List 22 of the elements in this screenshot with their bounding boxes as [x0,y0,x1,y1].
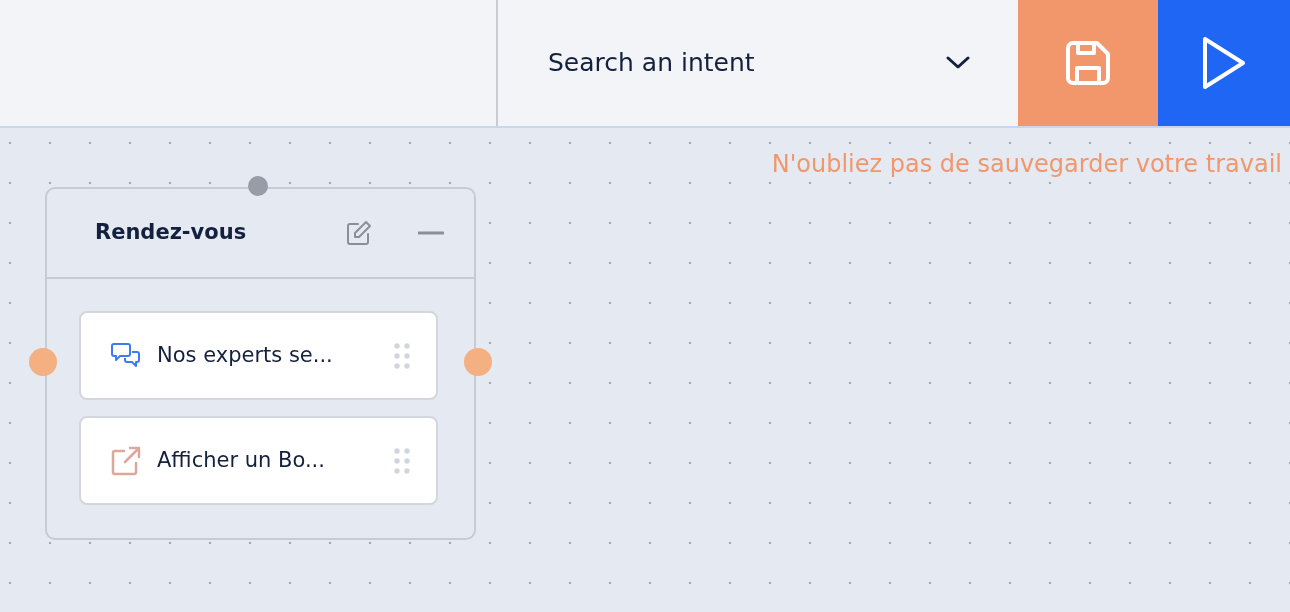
node-title: Rendez-vous [95,219,248,247]
search-field[interactable]: Search an intent [546,43,946,83]
external-link-icon [111,445,141,476]
save-button[interactable] [1018,0,1158,126]
step-card[interactable]: Nos experts se... [79,311,438,400]
chat-bubbles-icon [111,341,141,370]
step-card[interactable]: Afficher un Bo... [79,416,438,505]
chevron-down-icon [946,56,970,70]
step-label: Nos experts se... [157,341,334,369]
flow-node[interactable]: Rendez-vous Nos experts se... Afficher un Bo... [45,187,476,540]
drag-handle-icon[interactable] [394,342,410,369]
minimize-icon[interactable] [418,231,444,235]
connector-port[interactable] [29,348,57,376]
run-button[interactable] [1158,0,1290,126]
connector-port[interactable] [464,348,492,376]
save-icon [1065,40,1111,86]
notice-text: N'oubliez pas de sauvegarder votre travail [771,149,1282,180]
edit-icon[interactable] [346,220,372,246]
drag-handle-icon[interactable] [394,447,410,474]
connector-port[interactable] [248,176,268,196]
play-icon [1201,35,1247,91]
step-label: Afficher un Bo... [157,446,326,474]
